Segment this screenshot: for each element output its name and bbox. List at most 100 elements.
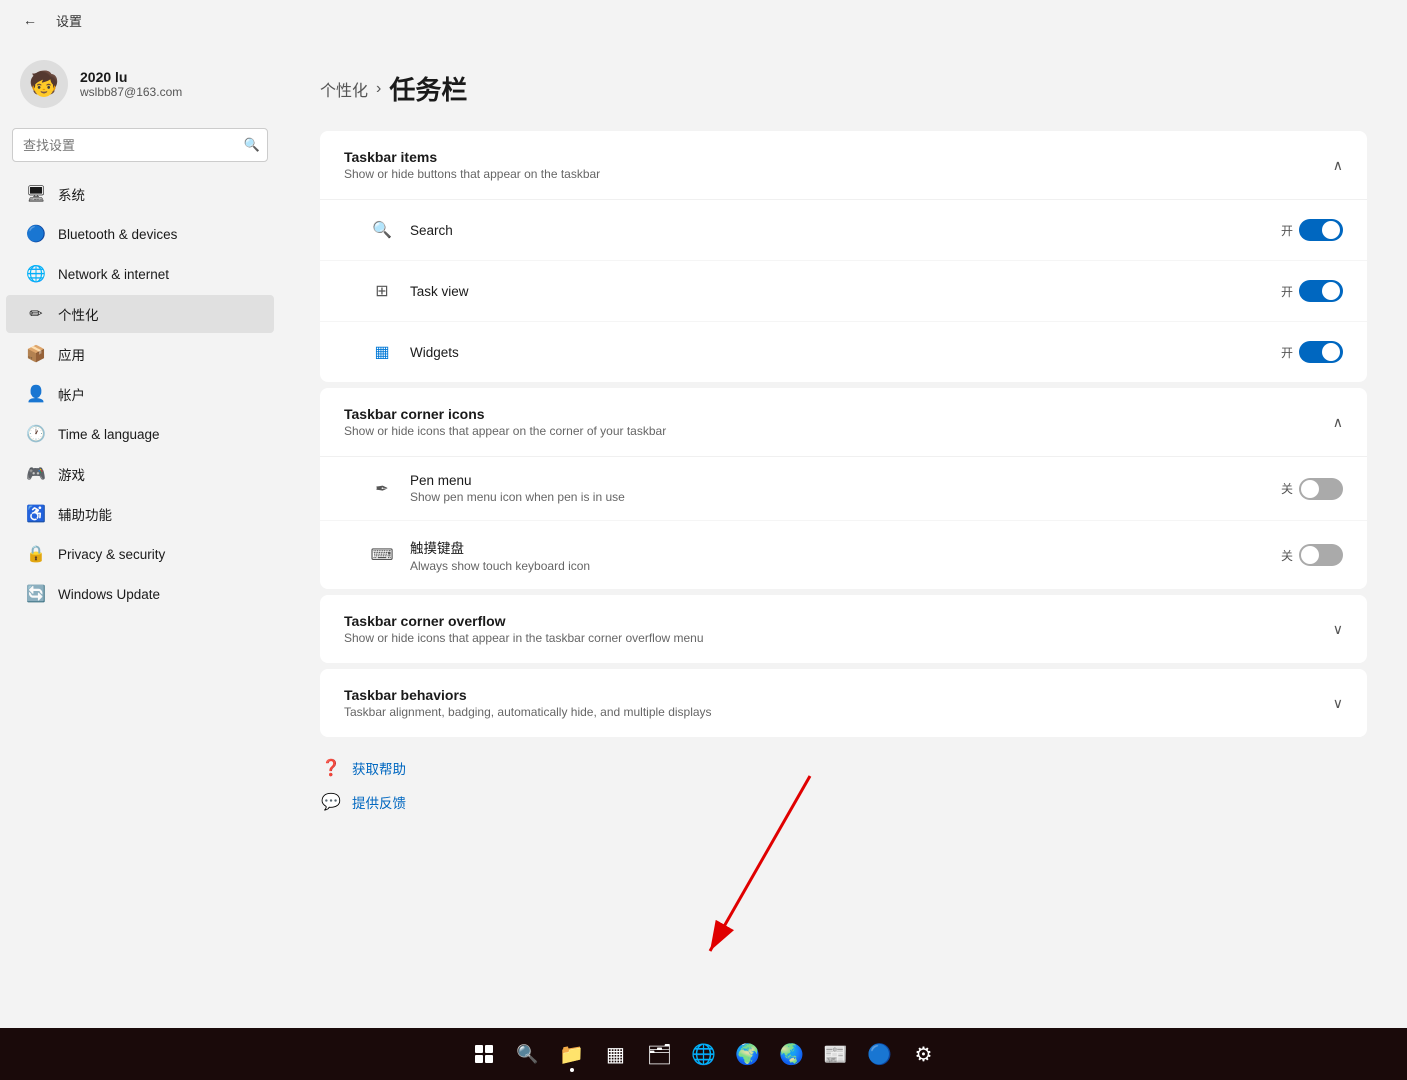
user-info: 2020 lu wslbb87@163.com (80, 69, 182, 99)
back-icon: ← (23, 12, 37, 28)
taskbar-browser1-button[interactable]: 🌐 (684, 1034, 724, 1074)
sidebar-item-accounts-label: 帐户 (58, 384, 85, 404)
taskbar-browser3-button[interactable]: 🌏 (772, 1034, 812, 1074)
taskbar-widgets-icon: ▦ (606, 1042, 625, 1067)
touch-keyboard-icon: ⌨ (368, 541, 396, 569)
taskbar-files-icon: 📁 (559, 1042, 584, 1067)
avatar: 🧒 (20, 60, 68, 108)
widgets-toggle-label: 开 (1281, 344, 1293, 361)
sidebar-item-system-label: 系统 (58, 184, 85, 204)
taskview-setting-label: Task view (410, 284, 1281, 299)
search-toggle-label: 开 (1281, 222, 1293, 239)
apps-icon: 📦 (26, 344, 46, 364)
search-icon: 🔍 (244, 137, 260, 153)
taskbar-start-button[interactable] (464, 1034, 504, 1074)
sidebar-item-system[interactable]: 🖥 系统 (6, 175, 274, 213)
taskbar-chrome-button[interactable]: 🔵 (860, 1034, 900, 1074)
sidebar: 🧒 2020 lu wslbb87@163.com 🔍 🖥 系统 🔵 Bluet… (0, 40, 280, 1028)
windows-start-icon (475, 1045, 493, 1063)
sidebar-item-accounts[interactable]: 👤 帐户 (6, 375, 274, 413)
pen-menu-sublabel: Show pen menu icon when pen is in use (410, 490, 1281, 504)
network-icon: 🌐 (26, 264, 46, 284)
taskbar-widgets-button[interactable]: ▦ (596, 1034, 636, 1074)
sidebar-item-privacy-label: Privacy & security (58, 547, 165, 562)
sidebar-item-personalization[interactable]: ✏ 个性化 (6, 295, 274, 333)
sidebar-item-bluetooth-label: Bluetooth & devices (58, 227, 177, 242)
touch-keyboard-toggle[interactable] (1299, 544, 1343, 566)
taskbar-browser2-button[interactable]: 🌍 (728, 1034, 768, 1074)
sidebar-item-windows-update[interactable]: 🔄 Windows Update (6, 575, 274, 613)
taskbar-app1-button[interactable]: 📰 (816, 1034, 856, 1074)
sidebar-item-time[interactable]: 🕐 Time & language (6, 415, 274, 453)
pen-menu-toggle[interactable] (1299, 478, 1343, 500)
taskbar-items-subtitle: Show or hide buttons that appear on the … (344, 167, 600, 181)
widgets-setting-icon: ▦ (368, 338, 396, 366)
touch-keyboard-toggle-label: 关 (1281, 547, 1293, 564)
get-help-icon: ❓ (320, 757, 342, 779)
taskbar-corner-overflow-title: Taskbar corner overflow (344, 613, 704, 629)
taskbar-folder-icon: 🗂 (647, 1042, 672, 1067)
widgets-toggle[interactable] (1299, 341, 1343, 363)
taskbar-corner-overflow-header[interactable]: Taskbar corner overflow Show or hide ico… (320, 595, 1367, 663)
feedback-label: 提供反馈 (352, 792, 406, 812)
back-button[interactable]: ← (16, 6, 44, 34)
sidebar-item-apps[interactable]: 📦 应用 (6, 335, 274, 373)
breadcrumb: 个性化 › 任务栏 (320, 70, 1367, 107)
sidebar-item-network[interactable]: 🌐 Network & internet (6, 255, 274, 293)
taskbar-app1-icon: 📰 (823, 1042, 848, 1067)
sidebar-item-accessibility-label: 辅助功能 (58, 504, 112, 524)
accounts-icon: 👤 (26, 384, 46, 404)
accessibility-icon: ♿ (26, 504, 46, 524)
main-content: 个性化 › 任务栏 Taskbar items Show or hide but… (280, 40, 1407, 1028)
taskbar-behaviors-header[interactable]: Taskbar behaviors Taskbar alignment, bad… (320, 669, 1367, 737)
search-setting-label: Search (410, 223, 1281, 238)
taskbar-folder-button[interactable]: 🗂 (640, 1034, 680, 1074)
search-toggle[interactable] (1299, 219, 1343, 241)
taskbar-settings-button[interactable]: ⚙ (904, 1034, 944, 1074)
taskbar-behaviors-subtitle: Taskbar alignment, badging, automaticall… (344, 705, 712, 719)
widgets-setting-label: Widgets (410, 345, 1281, 360)
feedback-link[interactable]: 💬 提供反馈 (320, 791, 1367, 813)
taskbar-corner-overflow-card: Taskbar corner overflow Show or hide ico… (320, 595, 1367, 663)
sidebar-item-apps-label: 应用 (58, 344, 85, 364)
taskbar-chrome-icon: 🔵 (867, 1042, 892, 1067)
taskview-setting-icon: ⊞ (368, 277, 396, 305)
taskbar-center: 🔍 📁 ▦ 🗂 🌐 🌍 🌏 📰 🔵 ⚙ (464, 1034, 944, 1074)
sidebar-item-bluetooth[interactable]: 🔵 Bluetooth & devices (6, 215, 274, 253)
taskview-toggle[interactable] (1299, 280, 1343, 302)
taskbar-files-button[interactable]: 📁 (552, 1034, 592, 1074)
taskbar-corner-icons-body: ✒ Pen menu Show pen menu icon when pen i… (320, 456, 1367, 589)
taskbar-browser1-icon: 🌐 (691, 1042, 716, 1067)
sidebar-item-privacy[interactable]: 🔒 Privacy & security (6, 535, 274, 573)
breadcrumb-separator: › (376, 80, 381, 98)
privacy-icon: 🔒 (26, 544, 46, 564)
search-input[interactable] (12, 128, 268, 162)
taskbar-corner-icons-header[interactable]: Taskbar corner icons Show or hide icons … (320, 388, 1367, 456)
taskbar-items-chevron: ∧ (1333, 157, 1343, 174)
pen-menu-row: ✒ Pen menu Show pen menu icon when pen i… (320, 457, 1367, 521)
taskbar-corner-icons-chevron: ∧ (1333, 414, 1343, 431)
taskview-setting-row: ⊞ Task view 开 (320, 261, 1367, 322)
get-help-link[interactable]: ❓ 获取帮助 (320, 757, 1367, 779)
taskbar-search-button[interactable]: 🔍 (508, 1034, 548, 1074)
personalization-icon: ✏ (26, 304, 46, 324)
sidebar-item-windows-update-label: Windows Update (58, 587, 160, 602)
sidebar-item-gaming[interactable]: 🎮 游戏 (6, 455, 274, 493)
user-email: wslbb87@163.com (80, 85, 182, 99)
sidebar-item-accessibility[interactable]: ♿ 辅助功能 (6, 495, 274, 533)
user-profile: 🧒 2020 lu wslbb87@163.com (0, 48, 280, 128)
pen-menu-label: Pen menu (410, 473, 1281, 488)
taskbar-items-header[interactable]: Taskbar items Show or hide buttons that … (320, 131, 1367, 199)
taskbar-behaviors-card: Taskbar behaviors Taskbar alignment, bad… (320, 669, 1367, 737)
taskbar-corner-icons-card: Taskbar corner icons Show or hide icons … (320, 388, 1367, 589)
taskbar-behaviors-chevron: ∨ (1333, 695, 1343, 712)
taskbar-items-body: 🔍 Search 开 ⊞ Task view (320, 199, 1367, 382)
touch-keyboard-sublabel: Always show touch keyboard icon (410, 559, 1281, 573)
search-box: 🔍 (12, 128, 268, 162)
taskbar-corner-overflow-chevron: ∨ (1333, 621, 1343, 638)
gaming-icon: 🎮 (26, 464, 46, 484)
widgets-setting-row: ▦ Widgets 开 (320, 322, 1367, 382)
taskbar-corner-overflow-subtitle: Show or hide icons that appear in the ta… (344, 631, 704, 645)
taskbar-behaviors-title: Taskbar behaviors (344, 687, 712, 703)
taskbar-corner-icons-subtitle: Show or hide icons that appear on the co… (344, 424, 666, 438)
